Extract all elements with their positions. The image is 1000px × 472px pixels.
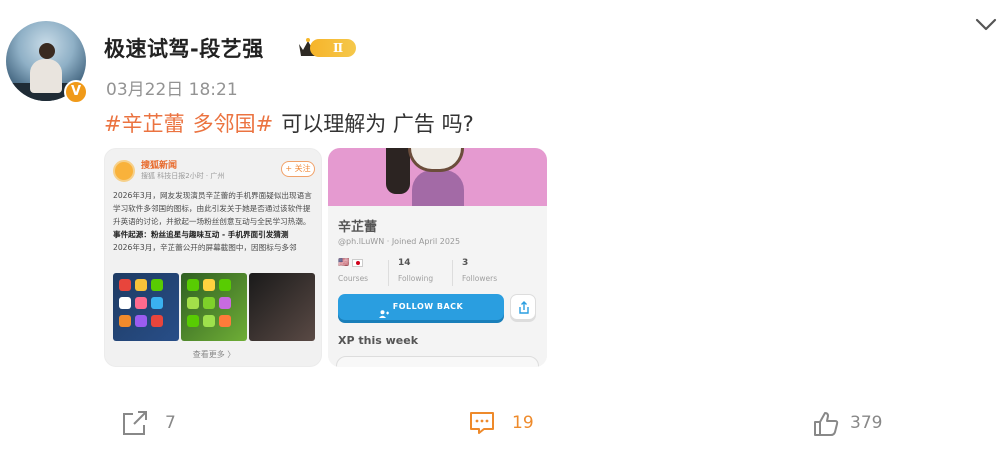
repost-icon — [123, 411, 147, 435]
article-paragraph: 2026年3月，网友发现演员辛芷蕾的手机界面疑似出现语言学习软件多邻国的图标，由… — [113, 191, 312, 226]
courses-stat: 🇺🇸 Courses — [338, 258, 368, 283]
following-count: 14 — [398, 258, 411, 268]
follow-back-button: FOLLOW BACK — [338, 294, 504, 320]
followers-label: Followers — [462, 274, 498, 283]
jp-flag-icon — [352, 258, 364, 267]
character-hair — [386, 148, 410, 194]
xp-panel — [336, 356, 539, 367]
post-text: #辛芷蕾 多邻国# 可以理解为 广告 吗? — [104, 108, 474, 138]
following-stat: 14 Following — [398, 258, 433, 283]
hashtag-link[interactable]: #辛芷蕾 — [104, 112, 185, 136]
event-photo — [249, 273, 315, 341]
us-flag-icon: 🇺🇸 — [338, 258, 350, 268]
avatar-photo-body — [30, 59, 62, 93]
article-account-name: 搜狐新闻 — [141, 161, 178, 171]
xp-heading: XP this week — [338, 334, 419, 347]
post-body-text: 可以理解为 广告 吗? — [281, 112, 474, 136]
character-body — [412, 170, 464, 206]
followers-stat: 3 Followers — [462, 258, 497, 283]
followers-count: 3 — [462, 258, 469, 268]
stat-divider — [452, 260, 453, 286]
account-logo-icon — [113, 160, 135, 182]
article-section-body: 2026年3月，辛芷蕾公开的屏幕截图中，因图标与多邻 — [113, 243, 297, 252]
post-image-profile[interactable]: 辛芷蕾 @ph.lLuWN · Joined April 2025 🇺🇸 Cou… — [328, 148, 547, 367]
character-head — [408, 148, 464, 172]
courses-label: Courses — [338, 274, 369, 283]
username[interactable]: 极速试驾-段艺强 — [104, 33, 264, 63]
follow-back-label: FOLLOW BACK — [392, 302, 464, 311]
profile-banner — [328, 148, 547, 206]
profile-handle: @ph.lLuWN · Joined April 2025 — [338, 237, 461, 246]
avatar-photo-head — [39, 43, 55, 59]
verified-badge-icon: V — [64, 80, 88, 104]
comment-icon — [470, 412, 494, 434]
hashtag-link[interactable]: 多邻国# — [193, 112, 274, 136]
add-user-icon — [378, 303, 389, 318]
comment-count: 19 — [512, 413, 534, 433]
app-icons-image — [181, 273, 247, 341]
following-label: Following — [398, 274, 434, 283]
profile-name: 辛芷蕾 — [338, 220, 378, 235]
like-count: 379 — [850, 413, 883, 433]
stat-divider — [388, 260, 389, 286]
view-more-link: 查看更多 〉 — [192, 350, 236, 359]
share-profile-button — [510, 294, 536, 320]
share-icon — [519, 301, 529, 314]
vip-level-badge[interactable]: Ⅱ — [296, 36, 358, 60]
post-image-article[interactable]: 搜狐新闻 搜狐 科技日报2小时 · 广州 + 关注 2026年3月，网友发现演员… — [104, 148, 322, 367]
chevron-down-icon[interactable] — [975, 18, 997, 32]
article-body: 2026年3月，网友发现演员辛芷蕾的手机界面疑似出现语言学习软件多邻国的图标，由… — [113, 189, 317, 254]
vip-level-label: Ⅱ — [310, 39, 356, 57]
phone-screen-image — [113, 273, 179, 341]
article-meta: 搜狐 科技日报2小时 · 广州 — [141, 172, 225, 180]
article-section-title: 事件起源：粉丝追星与趣味互动 - 手机界面引发猜测 — [113, 230, 289, 239]
repost-count: 7 — [165, 413, 176, 433]
follow-button: + 关注 — [281, 161, 315, 177]
thumbs-up-icon — [814, 412, 839, 436]
post-timestamp: 03月22日 18:21 — [106, 80, 238, 100]
profile-info: 辛芷蕾 @ph.lLuWN · Joined April 2025 🇺🇸 Cou… — [328, 206, 547, 367]
article-images — [113, 273, 315, 341]
